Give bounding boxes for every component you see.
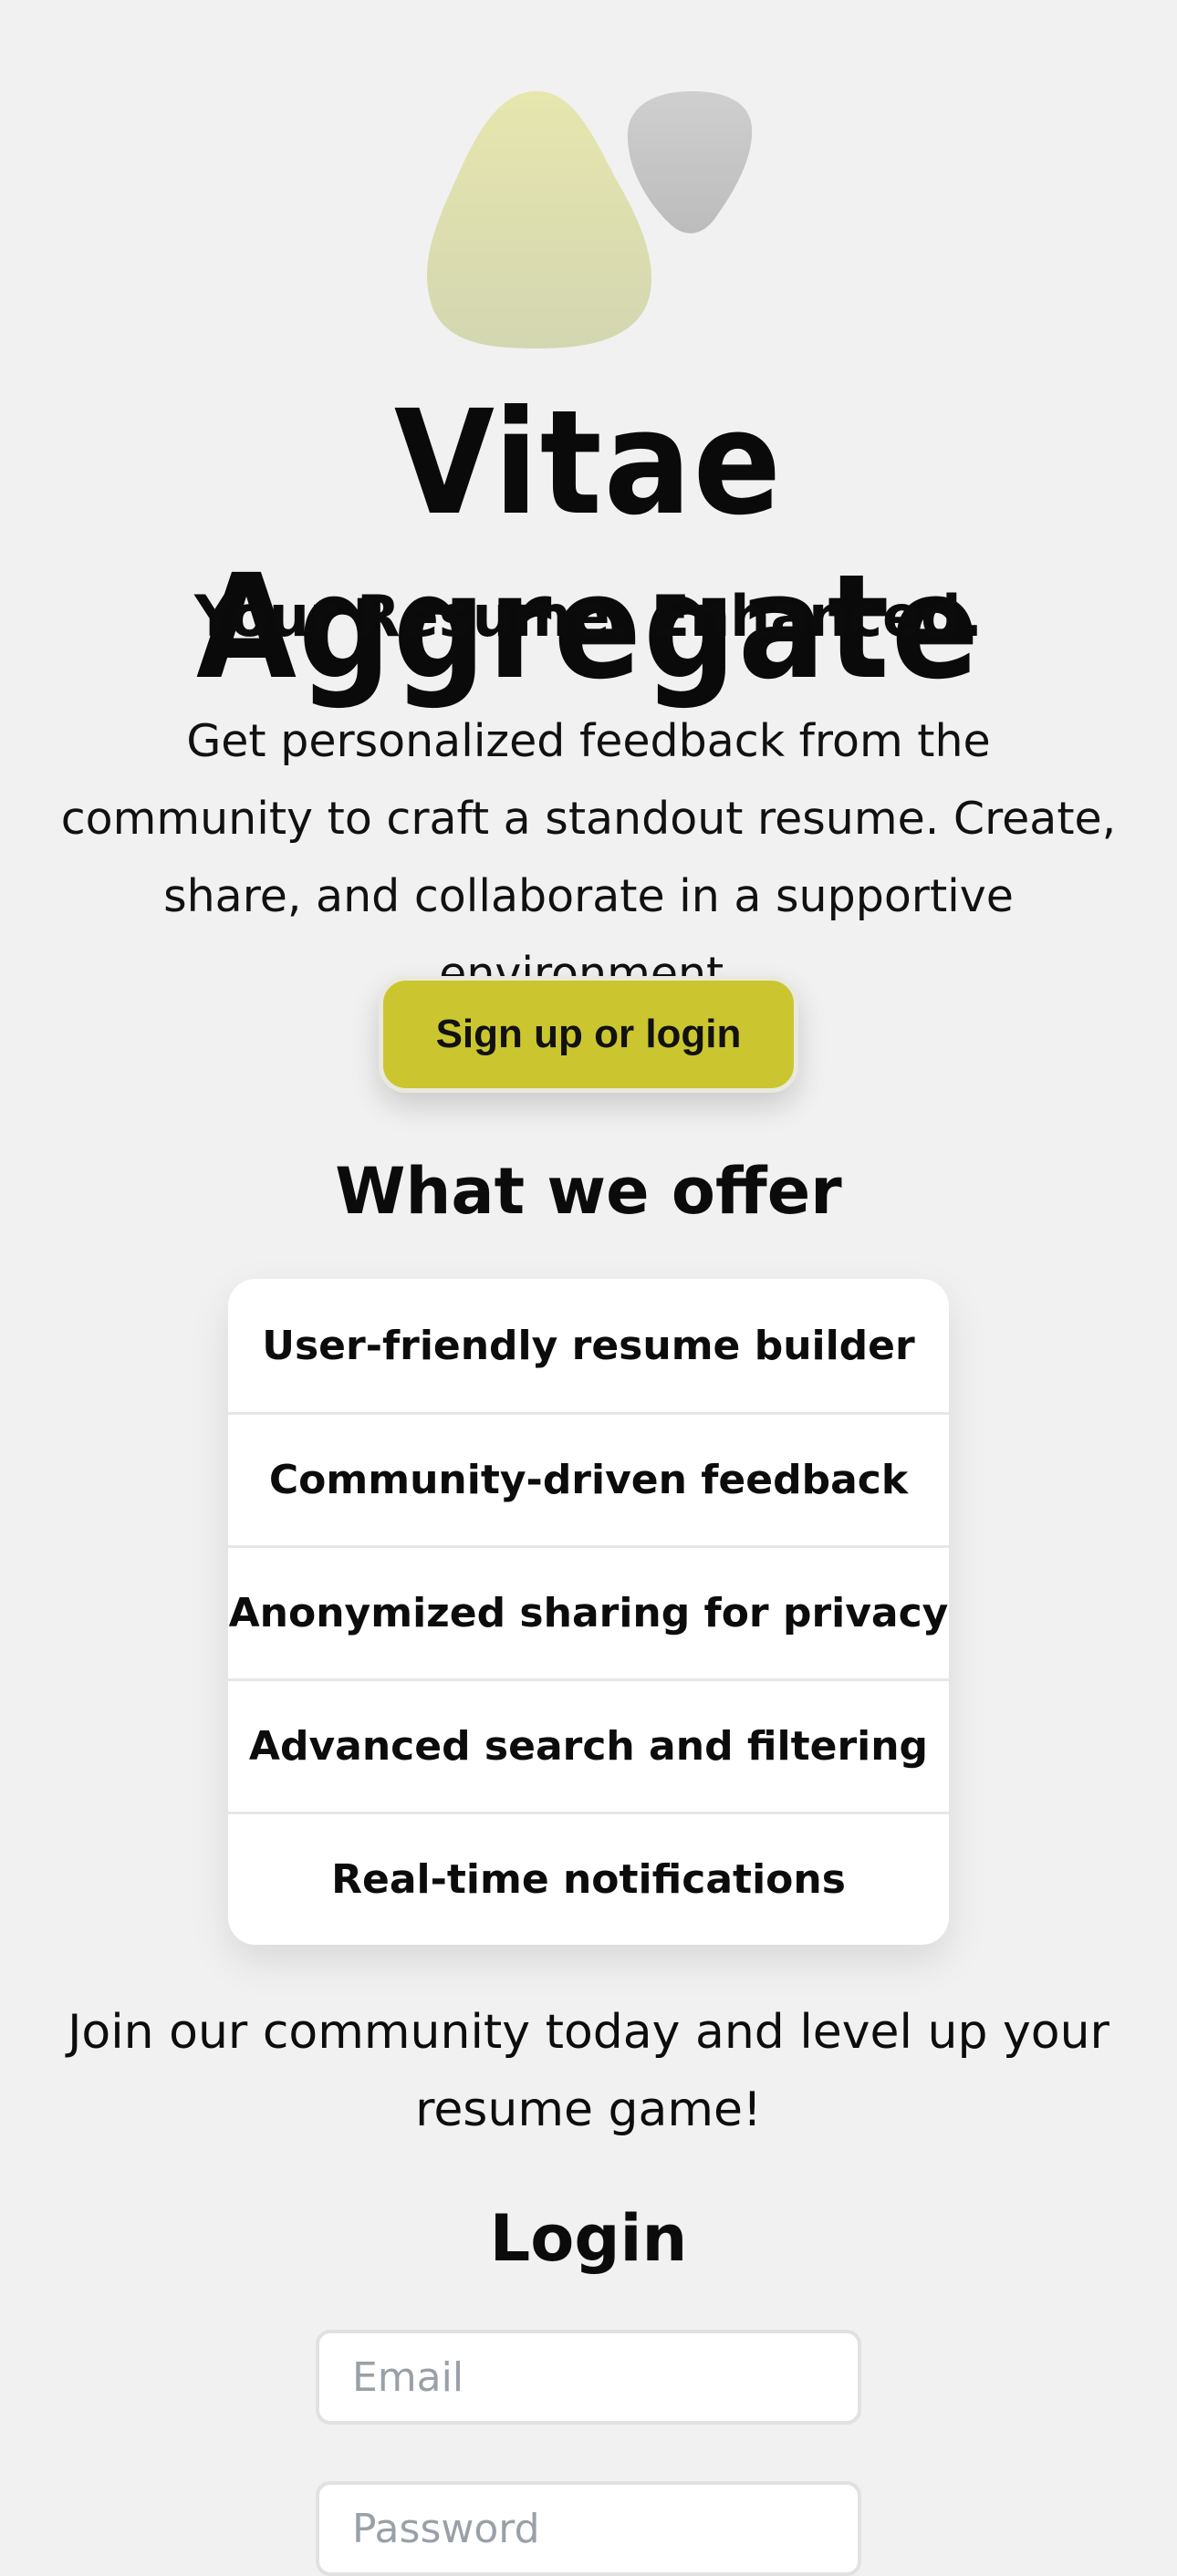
logo: [0, 0, 1177, 365]
list-item: Community-driven feedback: [228, 1412, 949, 1545]
email-field[interactable]: [316, 2330, 861, 2425]
signup-login-button[interactable]: Sign up or login: [379, 976, 798, 1093]
login-heading: Login: [489, 2201, 688, 2276]
list-item: Real-time notifications: [228, 1812, 949, 1945]
logo-large-blob: [426, 91, 652, 348]
blob-shapes-logo-icon: [426, 91, 753, 348]
list-item: Advanced search and filtering: [228, 1678, 949, 1812]
logo-small-blob: [627, 91, 753, 234]
offer-list: User-friendly resume builder Community-d…: [228, 1279, 949, 1945]
list-item: User-friendly resume builder: [262, 1322, 915, 1369]
password-field[interactable]: [316, 2481, 861, 2576]
offer-heading: What we offer: [335, 1154, 842, 1229]
tagline: Your Resume, Enhanced.: [193, 583, 984, 649]
join-text: Join our community today and level up yo…: [68, 2005, 1109, 2137]
intro-text: Get personalized feedback from the commu…: [60, 715, 1117, 1000]
app-title: Vitae Aggregate: [195, 379, 982, 712]
list-item: Anonymized sharing for privacy: [228, 1545, 949, 1678]
